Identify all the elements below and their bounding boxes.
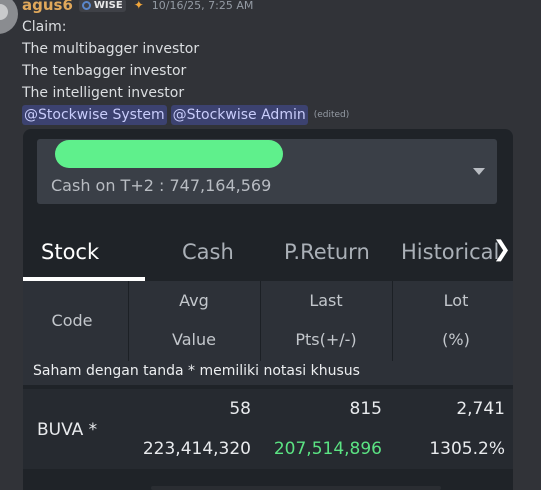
tag-label: WISE (93, 0, 123, 11)
tag-icon (81, 0, 91, 10)
server-tag-badge[interactable]: WISE (78, 0, 126, 12)
tab-stock[interactable]: Stock (41, 226, 99, 278)
cash-t2-text: Cash on T+2 : 747,164,569 (51, 176, 272, 195)
message-line: Claim: (22, 19, 67, 35)
header-code: Code (51, 311, 93, 330)
header-avg: Avg (179, 291, 209, 310)
username[interactable]: agus6 (22, 0, 73, 14)
lot-count: 2,741 (456, 399, 505, 419)
header-pct: (%) (442, 330, 470, 349)
table-row[interactable]: BUVA * 58 815 2,741 223,414,320 207,514,… (23, 389, 513, 469)
tab-cash[interactable]: Cash (182, 226, 234, 278)
tab-bar: Stock Cash P.Return Historical (23, 226, 513, 282)
profit-points: 207,514,896 (273, 439, 382, 459)
position-value: 223,414,320 (142, 439, 251, 459)
avatar[interactable] (0, 0, 18, 34)
stock-code: BUVA * (37, 420, 98, 440)
header-lot: Lot (443, 291, 469, 310)
portfolio-card-image: Cash on T+2 : 747,164,569 Stock Cash P.R… (23, 129, 513, 490)
last-price: 815 (349, 399, 382, 419)
mention-stockwise-system[interactable]: @Stockwise System (22, 105, 167, 125)
message-line: The multibagger investor (22, 41, 200, 57)
message-line: The intelligent investor (22, 85, 185, 101)
chat-message: agus6 WISE ✦ 10/16/25, 7:25 AM Claim: Th… (22, 0, 541, 125)
profit-percent: 1305.2% (429, 439, 505, 459)
message-body: Claim: The multibagger investor The tenb… (22, 16, 541, 104)
chevron-down-icon (473, 168, 485, 175)
bottom-edge (151, 486, 441, 490)
mention-stockwise-admin[interactable]: @Stockwise Admin (170, 105, 308, 125)
account-selector-dropdown[interactable]: Cash on T+2 : 747,164,569 (37, 139, 497, 204)
redacted-account-name (55, 140, 283, 168)
tab-p-return[interactable]: P.Return (284, 226, 370, 278)
chevron-right-icon[interactable]: ❯ (493, 237, 511, 262)
mentions-row: @Stockwise System @Stockwise Admin (edit… (22, 105, 541, 125)
header-value: Value (172, 330, 216, 349)
special-notation-note: Saham dengan tanda * memiliki notasi khu… (23, 361, 513, 385)
table-header: Code Avg Value Last Pts(+/-) Lot (%) (23, 281, 513, 361)
header-last: Last (309, 291, 343, 310)
edited-label: (edited) (313, 110, 350, 120)
avg-price: 58 (229, 399, 251, 419)
fish-icon: ✦ (133, 0, 144, 12)
message-header: agus6 WISE ✦ 10/16/25, 7:25 AM (22, 0, 541, 14)
header-pts: Pts(+/-) (295, 330, 357, 349)
tab-historical[interactable]: Historical (401, 226, 499, 278)
timestamp: 10/16/25, 7:25 AM (151, 0, 254, 12)
message-line: The tenbagger investor (22, 63, 187, 79)
